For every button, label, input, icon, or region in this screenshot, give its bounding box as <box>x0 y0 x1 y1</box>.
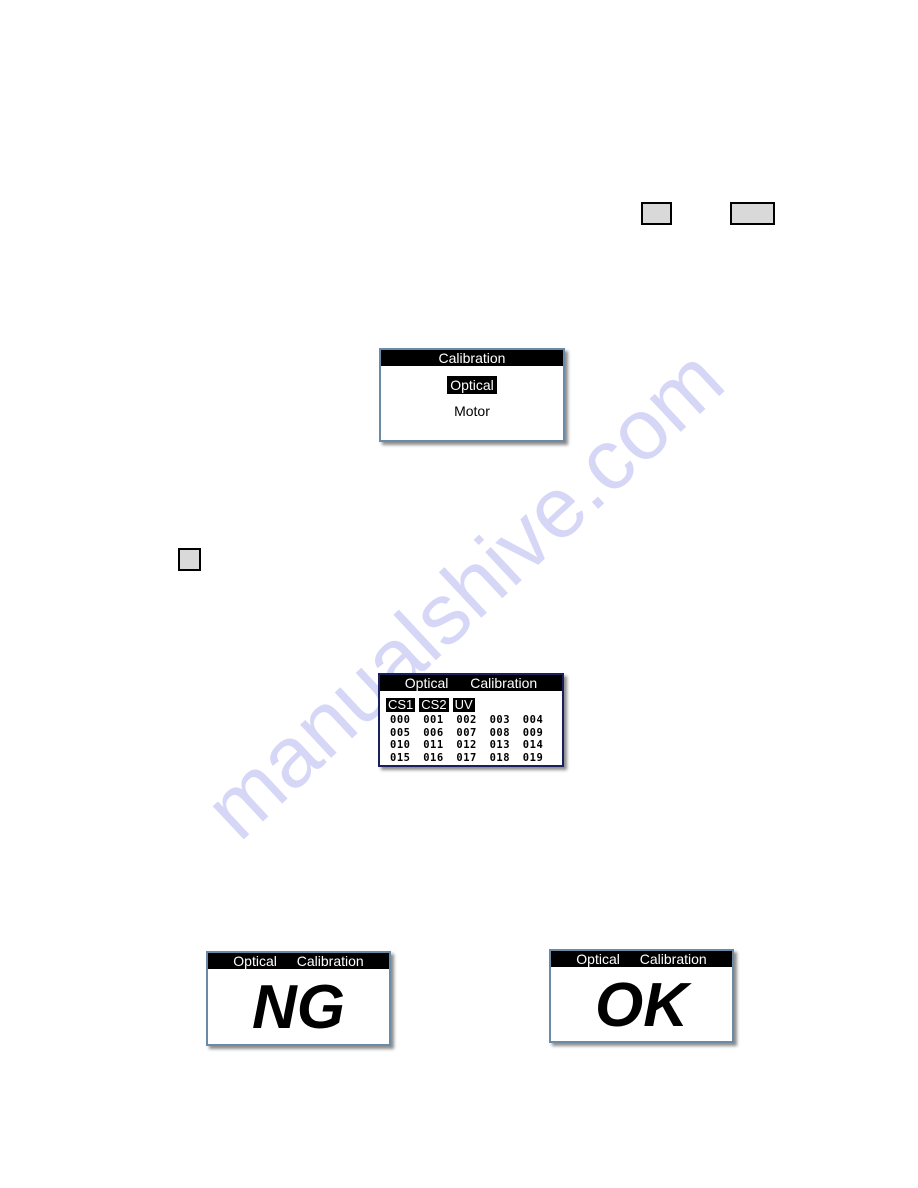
grid-cell: 000 <box>390 714 411 726</box>
calibration-ok-screen: Optical Calibration OK <box>549 949 734 1043</box>
grid-cell: 009 <box>522 726 544 739</box>
calibration-cell-grid: 000 001 002 003 004 005 006 007 008 009 010 011 012 0… <box>390 714 556 764</box>
calibration-menu-screen: Calibration Optical Motor <box>379 348 565 442</box>
grid-cell: 010 <box>390 739 411 751</box>
grid-cell: 001 <box>423 714 444 726</box>
grid-cell: 019 <box>522 751 544 764</box>
grid-cell: 008 <box>489 726 511 739</box>
screen-title: Optical Calibration <box>208 953 389 969</box>
grid-cell: 012 <box>456 739 477 751</box>
key-button-3[interactable] <box>178 548 201 571</box>
grid-cell: 014 <box>522 739 544 751</box>
screen-title: Optical Calibration <box>380 675 562 691</box>
grid-cell: 013 <box>489 739 511 751</box>
sensor-tabs: CS1 CS2 UV <box>386 698 475 712</box>
menu-item-motor[interactable]: Motor <box>381 403 563 419</box>
result-ok-text: OK <box>595 971 688 1040</box>
optical-calibration-grid-screen: Optical Calibration CS1 CS2 UV 000 001 002… <box>378 673 564 767</box>
grid-cell: 011 <box>423 739 444 751</box>
menu-item-label: Optical <box>447 376 497 394</box>
grid-cell: 004 <box>522 714 544 726</box>
tab-uv[interactable]: UV <box>452 698 475 712</box>
tab-cs1[interactable]: CS1 <box>386 698 416 712</box>
menu-item-label: Motor <box>454 403 490 419</box>
grid-cell: 005 <box>390 726 411 739</box>
grid-cell: 017 <box>456 751 477 764</box>
calibration-ng-screen: Optical Calibration NG <box>206 951 391 1046</box>
grid-cell: 015 <box>390 751 411 764</box>
key-button-2[interactable] <box>730 202 775 225</box>
grid-cell: 007 <box>456 726 477 739</box>
grid-cell: 016 <box>423 751 444 764</box>
grid-cell: 006 <box>423 726 444 739</box>
result-ng-text: NG <box>252 973 345 1042</box>
grid-cell: 003 <box>489 714 511 726</box>
screen-title: Optical Calibration <box>551 951 732 967</box>
screen-title: Calibration <box>381 350 563 366</box>
grid-cell: 018 <box>489 751 511 764</box>
tab-cs2[interactable]: CS2 <box>419 698 449 712</box>
grid-cell: 002 <box>456 714 477 726</box>
key-button-1[interactable] <box>641 202 672 225</box>
menu-item-optical[interactable]: Optical <box>381 376 563 394</box>
